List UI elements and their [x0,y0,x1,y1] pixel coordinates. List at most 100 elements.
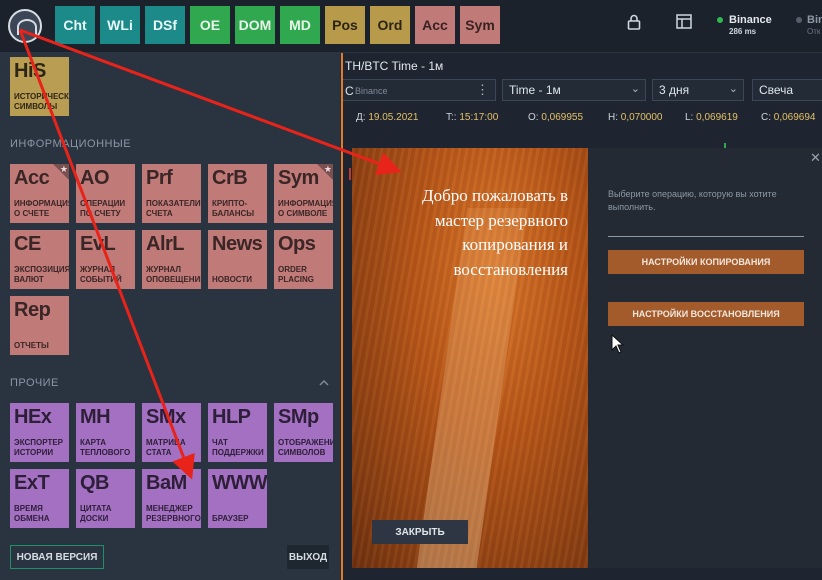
high-value: 0,070000 [620,112,663,123]
restore-settings-button[interactable]: НАСТРОЙКИ ВОССТАНОВЛЕНИЯ [608,302,804,326]
tile-code: WWW [212,472,267,494]
symbol-prefix: C [345,84,354,98]
tile-caption: ИСТОРИЧЕСКИЕ СИМВОЛЫ [14,92,69,111]
close-label: C: [761,112,771,123]
close-icon[interactable]: ✕ [810,150,821,166]
chevron-up-icon[interactable] [318,375,330,387]
tile-caption: ЧАТ ПОДДЕРЖКИ [212,438,264,457]
tile-prf[interactable]: Prf ПОКАЗАТЕЛИ СЧЕТА [142,164,201,223]
tile-bam[interactable]: BaM МЕНЕДЖЕР РЕЗЕРВНОГО [142,469,201,528]
low-readout: L: 0,069619 [685,112,738,123]
toolbar-button-dsf[interactable]: DSf [145,6,185,44]
more-vertical-icon[interactable]: ⋮ [476,82,489,98]
toolbar-button-dom[interactable]: DOM [235,6,275,44]
connection-name[interactable]: Binance [729,14,772,26]
tile-news[interactable]: News НОВОСТИ [208,230,267,289]
exit-button[interactable]: ВЫХОД [287,545,329,569]
tile-caption: ПОКАЗАТЕЛИ СЧЕТА [146,199,201,218]
tile-www[interactable]: WWW БРАУЗЕР [208,469,267,528]
tile-smx[interactable]: SMx МАТРИЦА СТАТА [142,403,201,462]
tile-ce[interactable]: CE ЭКСПОЗИЦИЯ ВАЛЮТ [10,230,69,289]
close-value: 0,069694 [773,112,816,123]
exchange-label: Binance [355,86,388,96]
time-value: 15:17:00 [459,112,499,123]
date-value: 19.05.2021 [368,112,419,123]
tile-caption: ЭКСПОРТЕР ИСТОРИИ [14,438,64,457]
tile-code: CE [14,233,41,255]
new-version-button[interactable]: НОВАЯ ВЕРСИЯ [10,545,104,569]
toolbar-button-cht[interactable]: Cht [55,6,95,44]
tile-smp[interactable]: SMp ОТОБРАЖЕНИЕ СИМВОЛОВ [274,403,333,462]
time-label: T:: [446,112,457,123]
high-readout: H: 0,070000 [608,112,663,123]
tile-caption: ЖУРНАЛ ОПОВЕЩЕНИЙ [146,265,201,284]
connection-status-dot [717,17,723,23]
close-button[interactable]: ЗАКРЫТЬ [372,520,468,544]
tile-hlp[interactable]: HLP ЧАТ ПОДДЕРЖКИ [208,403,267,462]
timeframe-select[interactable]: Time - 1м ⌄ [502,79,646,101]
close-readout: C: 0,069694 [761,112,816,123]
lock-icon[interactable] [624,14,644,34]
connection2-name[interactable]: Bin [807,14,822,26]
open-label: O: [528,112,539,123]
tile-code: SMx [146,406,186,428]
tile-his[interactable]: HiS ИСТОРИЧЕСКИЕ СИМВОЛЫ [10,57,69,116]
tile-caption: КРИПТО- БАЛАНСЫ [212,199,255,218]
toolbar-button-md[interactable]: MD [280,6,320,44]
tile-hex[interactable]: HEx ЭКСПОРТЕР ИСТОРИИ [10,403,69,462]
top-toolbar: Cht WLi DSf OE DOM MD Pos Ord Acc Sym Binance 286… [0,0,822,53]
period-value: 3 дня [659,83,690,97]
tile-qb[interactable]: QB ЦИТАТА ДОСКИ [76,469,135,528]
period-select[interactable]: 3 дня ⌄ [652,79,744,101]
chevron-down-icon: ⌄ [728,83,738,95]
time-readout: T:: 15:17:00 [446,112,498,123]
tile-caption: БРАУЗЕР [212,514,249,523]
tile-caption: МАТРИЦА СТАТА [146,438,186,457]
tile-caption: МЕНЕДЖЕР РЕЗЕРВНОГО [146,504,201,523]
toolbar-button-ord[interactable]: Ord [370,6,410,44]
toolbar-button-sym[interactable]: Sym [460,6,500,44]
welcome-title: Добро пожаловать в мастер резервного коп… [422,186,568,279]
toolbar-button-wli[interactable]: WLi [100,6,140,44]
open-readout: O: 0,069955 [528,112,583,123]
tile-rep[interactable]: Rep ОТЧЕТЫ [10,296,69,355]
tile-caption: ЖУРНАЛ СОБЫТИЙ [80,265,122,284]
tile-alrl[interactable]: AlrL ЖУРНАЛ ОПОВЕЩЕНИЙ [142,230,201,289]
toolbar-button-oe[interactable]: OE [190,6,230,44]
tile-acc[interactable]: Acc ИНФОРМАЦИЯ О СЧЕТЕ ★ [10,164,69,223]
star-icon[interactable]: ★ [324,164,332,175]
tile-code: Prf [146,167,173,189]
connection2-status: Отк [807,27,821,36]
high-label: H: [608,112,618,123]
low-label: L: [685,112,694,123]
tile-code: EvL [80,233,116,255]
tile-code: SMp [278,406,319,428]
tile-ext[interactable]: ExT ВРЕМЯ ОБМЕНА [10,469,69,528]
tile-code: QB [80,472,110,494]
toolbar-button-pos[interactable]: Pos [325,6,365,44]
tile-caption: ИНФОРМАЦИЯ О СЧЕТЕ [14,199,69,218]
tile-crb[interactable]: CrB КРИПТО- БАЛАНСЫ [208,164,267,223]
tile-evl[interactable]: EvL ЖУРНАЛ СОБЫТИЙ [76,230,135,289]
tile-sym[interactable]: Sym ИНФОРМАЦИЯ О СИМВОЛЕ ★ [274,164,333,223]
symbol-selector[interactable]: C Binance ⋮ [343,79,496,101]
tile-mh[interactable]: MH КАРТА ТЕПЛОВОГО [76,403,135,462]
tile-ao[interactable]: AO ОПЕРАЦИИ ПО СЧЕТУ [76,164,135,223]
layout-icon[interactable] [674,14,694,34]
toolbar-button-acc[interactable]: Acc [415,6,455,44]
chevron-down-icon: ⌄ [630,83,640,95]
tile-code: HEx [14,406,52,428]
tile-code: News [212,233,263,255]
tile-caption: ОТЧЕТЫ [14,341,49,350]
sidebar: HiS ИСТОРИЧЕСКИЕ СИМВОЛЫ ИНФОРМАЦИОННЫЕ … [0,53,340,580]
tile-caption: ИНФОРМАЦИЯ О СИМВОЛЕ [278,199,333,218]
tile-ops[interactable]: Ops ORDER PLACING [274,230,333,289]
tile-caption: ЭКСПОЗИЦИЯ ВАЛЮТ [14,265,69,284]
backup-settings-button[interactable]: НАСТРОЙКИ КОПИРОВАНИЯ [608,250,804,274]
tile-code: AO [80,167,110,189]
separator [608,236,804,237]
style-select[interactable]: Свеча [752,79,822,101]
star-icon[interactable]: ★ [60,164,68,175]
chart-title: TH/BTC Time - 1м [345,59,444,73]
app-logo-icon[interactable] [8,9,42,43]
